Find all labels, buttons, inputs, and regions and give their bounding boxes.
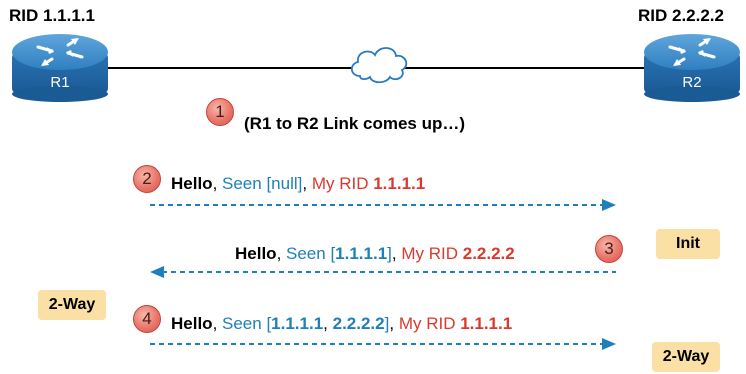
dashed-arrow-left-icon [150, 266, 616, 278]
rid-prefix: My RID [401, 244, 463, 263]
r2-router: R2 [644, 74, 740, 91]
hello-message-1: Hello, Seen [null], My RID 1.1.1.1 [171, 174, 425, 194]
hello-keyword: Hello [171, 174, 213, 193]
separator: , [389, 314, 399, 333]
step-badge-1: 1 [206, 98, 234, 126]
r2-state-2way: 2-Way [652, 342, 720, 372]
r1-name: R1 [50, 74, 70, 91]
step-badge-3: 3 [595, 235, 623, 263]
separator: , [212, 174, 223, 193]
r1-router: R1 [12, 74, 108, 91]
hello-message-3: Hello, Seen [1.1.1.1, 2.2.2.2], My RID 1… [171, 314, 512, 334]
seen-prefix: Seen [ [286, 244, 336, 263]
rid-prefix: My RID [311, 174, 374, 193]
dashed-arrow-right-icon [150, 199, 616, 211]
link-up-note: (R1 to R2 Link comes up…) [244, 114, 466, 133]
separator: , [302, 174, 312, 193]
rid-value: 2.2.2.2 [462, 244, 515, 263]
separator: , [276, 244, 287, 263]
seen-prefix: Seen [ [222, 314, 272, 333]
hello-message-2: Hello, Seen [1.1.1.1], My RID 2.2.2.2 [235, 244, 515, 264]
router-icon [644, 34, 740, 102]
seen-values: 1.1.1.1 [335, 244, 388, 263]
separator: , [391, 244, 402, 263]
separator: , [323, 314, 333, 333]
seen-prefix: Seen [ [222, 174, 272, 193]
rid-value: 1.1.1.1 [460, 314, 513, 333]
hello-keyword: Hello [235, 244, 277, 263]
hello-keyword: Hello [171, 314, 213, 333]
seen-value-a: 1.1.1.1 [271, 314, 324, 333]
separator: , [212, 314, 223, 333]
seen-value-b: 2.2.2.2 [332, 314, 385, 333]
r2-name: R2 [682, 74, 702, 91]
r2-rid-label: RID 2.2.2.2 [638, 6, 724, 25]
router-icon [12, 34, 108, 102]
r1-rid-label: RID 1.1.1.1 [9, 6, 95, 25]
rid-value: 1.1.1.1 [373, 174, 426, 193]
seen-values: null [271, 174, 298, 193]
r1-state-2way: 2-Way [38, 290, 106, 320]
dashed-arrow-right-icon [150, 338, 616, 350]
r2-state-init: Init [656, 229, 720, 259]
rid-prefix: My RID [398, 314, 461, 333]
cloud-icon [350, 47, 408, 84]
step-badge-2: 2 [133, 165, 161, 193]
step-badge-4: 4 [133, 305, 161, 333]
